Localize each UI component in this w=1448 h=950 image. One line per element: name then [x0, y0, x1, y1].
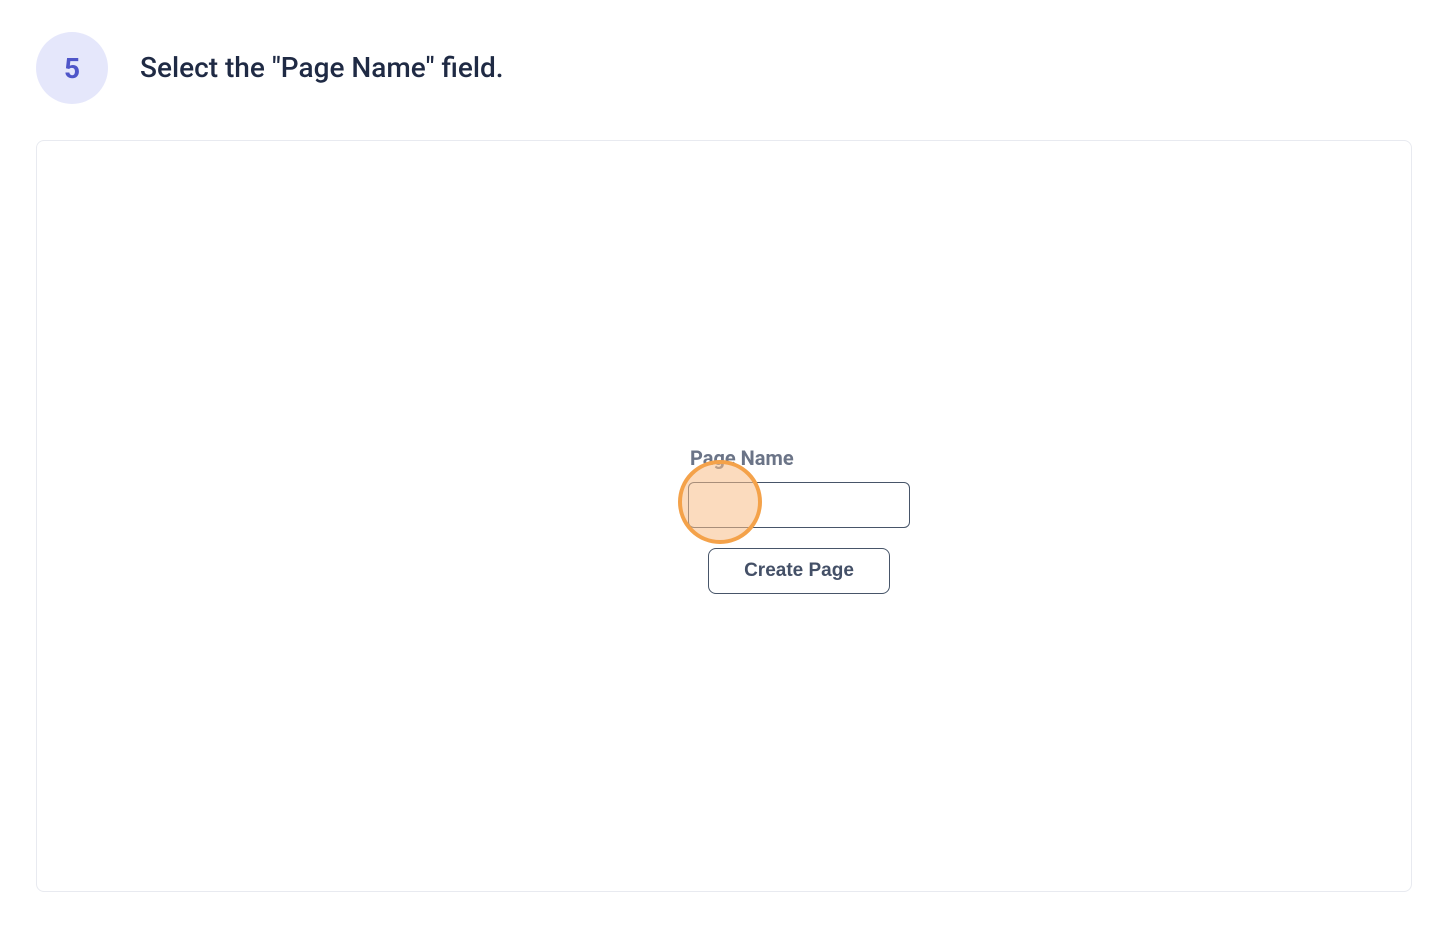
- screenshot-frame: Page Name Create Page: [36, 140, 1412, 892]
- step-number-badge: 5: [36, 32, 108, 104]
- step-number: 5: [64, 52, 80, 85]
- page-form: Page Name Create Page: [688, 446, 910, 594]
- page-name-label: Page Name: [690, 446, 794, 470]
- page-name-input[interactable]: [688, 482, 910, 528]
- step-header: 5 Select the "Page Name" field.: [0, 0, 1448, 124]
- create-page-button[interactable]: Create Page: [708, 548, 890, 594]
- step-title: Select the "Page Name" field.: [140, 50, 504, 86]
- step-card: 5 Select the "Page Name" field. Page Nam…: [0, 0, 1448, 928]
